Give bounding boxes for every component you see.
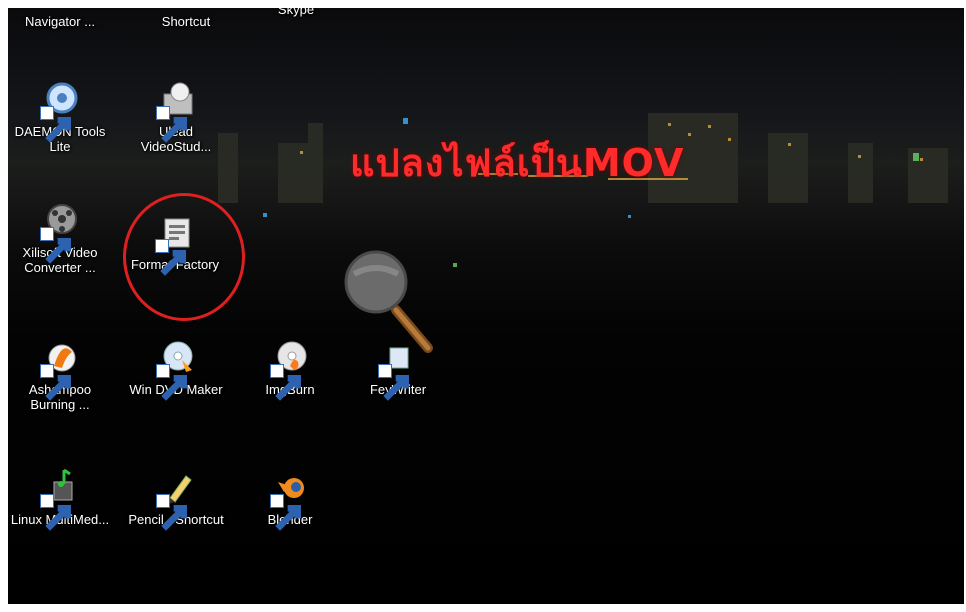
icon-win-dvd-maker[interactable]: Win DVD Maker <box>126 338 226 401</box>
icon-label: Skype <box>277 8 315 17</box>
icon-imgburn[interactable]: ImgBurn <box>240 338 340 401</box>
icon-ulead-videostudio[interactable]: Ulead VideoStud... <box>126 80 226 154</box>
shortcut-arrow-icon <box>378 364 409 401</box>
dvd-maker-icon <box>156 338 196 401</box>
shortcut-arrow-icon <box>40 494 71 531</box>
magnifier-icon <box>344 250 433 353</box>
icon-skype[interactable]: Skype <box>246 8 346 17</box>
icon-label: Shortcut <box>161 14 211 29</box>
icon-navigator[interactable]: Navigator ... <box>10 8 110 29</box>
overlay-caption: แปลงไฟล์เป็นMOV <box>350 141 685 185</box>
icon-linux-multimedia[interactable]: Linux MultiMed... <box>10 468 110 531</box>
icon-daemon-tools[interactable]: DAEMON Tools Lite <box>10 80 110 154</box>
desktop: Navigator ... Shortcut Skype DAEMON Tool… <box>8 8 964 604</box>
icon-files-shortcut[interactable]: Shortcut <box>136 8 236 29</box>
icon-pencil[interactable]: Pencil - Shortcut <box>126 468 226 531</box>
shortcut-arrow-icon <box>40 364 71 401</box>
shortcut-arrow-icon <box>156 106 187 143</box>
linux-multimedia-icon <box>40 468 80 531</box>
icon-label: Navigator ... <box>24 14 96 29</box>
daemon-tools-icon <box>40 80 80 143</box>
shortcut-arrow-icon <box>270 364 301 401</box>
ashampoo-burning-icon <box>40 338 80 401</box>
shortcut-arrow-icon <box>156 364 187 401</box>
shortcut-arrow-icon <box>40 106 71 143</box>
blender-icon <box>270 468 310 531</box>
icon-xilisoft[interactable]: Xilisoft Video Converter ... <box>10 201 110 275</box>
imgburn-icon <box>270 338 310 401</box>
shortcut-arrow-icon <box>40 227 71 264</box>
xilisoft-converter-icon <box>40 201 80 264</box>
pencil-icon <box>156 468 196 531</box>
shortcut-arrow-icon <box>156 494 187 531</box>
ulead-videostudio-icon <box>156 80 196 143</box>
shortcut-arrow-icon <box>270 494 301 531</box>
icon-blender[interactable]: Blender <box>240 468 340 531</box>
icon-ashampoo[interactable]: Ashampoo Burning ... <box>10 338 110 412</box>
highlight-circle <box>123 193 245 321</box>
